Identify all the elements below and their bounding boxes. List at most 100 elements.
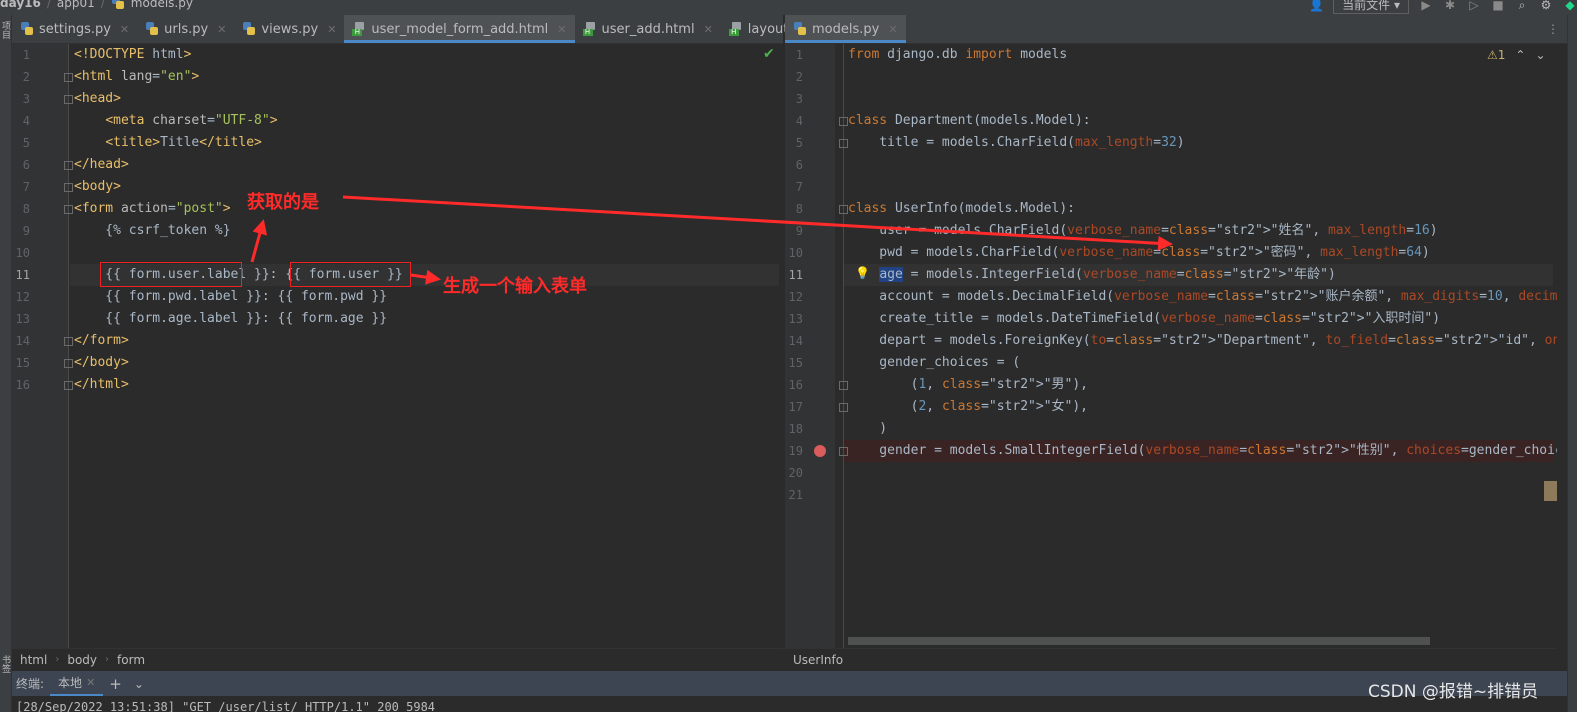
new-terminal-button[interactable]: + — [103, 675, 128, 693]
close-tab-icon[interactable]: ✕ — [704, 23, 713, 36]
stop-icon[interactable]: ■ — [1491, 0, 1505, 12]
close-tab-icon[interactable]: ✕ — [557, 23, 566, 36]
next-highlight-icon[interactable]: ⌄ — [1535, 48, 1545, 62]
fold-marker-icon[interactable] — [64, 183, 73, 192]
code-line[interactable]: from django.db import models — [848, 44, 1067, 66]
line-number: 11 — [15, 268, 30, 282]
tab-options-icon[interactable]: ⋮ — [1539, 15, 1567, 43]
tab-views-py[interactable]: views.py ✕ — [234, 15, 344, 43]
inspection-widget[interactable]: ⚠1 ⌃ ⌄ — [1487, 48, 1546, 62]
tab-settings-py[interactable]: settings.py ✕ — [12, 15, 137, 43]
code-line[interactable]: create_title = models.DateTimeField(verb… — [848, 308, 1440, 330]
code-line[interactable]: <body> — [74, 176, 121, 198]
fold-marker-icon[interactable] — [64, 205, 73, 214]
fold-marker-icon[interactable] — [64, 95, 73, 104]
project-tool-button[interactable]: 项目 — [0, 21, 12, 39]
code-line[interactable]: (1, class="str2">"男"), — [848, 374, 1088, 396]
line-number: 2 — [22, 70, 30, 84]
code-line[interactable]: (2, class="str2">"女"), — [848, 396, 1088, 418]
code-line[interactable]: gender_choices = ( — [848, 352, 1020, 374]
gear-icon[interactable]: ⚙ — [1539, 0, 1553, 12]
left-code-editor[interactable]: ✔ 1 <!DOCTYPE html> 2 <html lang="en"> 3 <hea… — [12, 44, 783, 648]
fold-marker-icon[interactable] — [839, 117, 848, 126]
line-number: 10 — [15, 246, 30, 260]
close-tab-icon[interactable]: ✕ — [120, 23, 129, 36]
fold-marker-icon[interactable] — [64, 381, 73, 390]
tab-urls-py[interactable]: urls.py ✕ — [137, 15, 234, 43]
line-number: 13 — [15, 312, 30, 326]
code-line[interactable]: class UserInfo(models.Model): — [848, 198, 1075, 220]
code-line[interactable]: <!DOCTYPE html> — [74, 44, 191, 66]
code-line[interactable]: {{ form.age.label }}: {{ form.age }} — [74, 308, 387, 330]
terminal-tab-local[interactable]: 本地 ✕ — [50, 671, 104, 696]
code-line[interactable]: </head> — [74, 154, 129, 176]
code-line[interactable]: </form> — [74, 330, 129, 352]
code-line[interactable]: <html lang="en"> — [74, 66, 199, 88]
terminal-dropdown-icon[interactable]: ⌄ — [128, 677, 150, 691]
line-number: 18 — [788, 422, 803, 436]
search-icon[interactable]: ⌕ — [1515, 0, 1529, 13]
code-line[interactable]: gender = models.SmallIntegerField(verbos… — [848, 440, 1557, 462]
breakpoint-icon[interactable] — [814, 445, 826, 457]
coverage-icon[interactable]: ▷ — [1467, 0, 1481, 12]
code-line[interactable]: <title>Title</title> — [74, 132, 262, 154]
code-line[interactable]: <form action="post"> — [74, 198, 231, 220]
close-tab-icon[interactable]: ✕ — [217, 23, 226, 36]
close-icon[interactable]: ✕ — [86, 676, 95, 689]
fold-marker-icon[interactable] — [839, 403, 848, 412]
code-line[interactable]: user = models.CharField(verbose_name=cla… — [848, 220, 1437, 242]
code-line[interactable]: age = models.IntegerField(verbose_name=c… — [848, 264, 1336, 286]
code-line[interactable]: class Department(models.Model): — [848, 110, 1091, 132]
code-line[interactable]: depart = models.ForeignKey(to=class="str… — [848, 330, 1557, 352]
ide-logo-icon: ◆ — [1565, 0, 1575, 12]
close-tab-icon[interactable]: ✕ — [327, 23, 336, 36]
fold-marker-icon[interactable] — [839, 447, 848, 456]
tab-models-py[interactable]: models.py ✕ — [785, 15, 906, 43]
horizontal-scrollbar[interactable] — [848, 637, 1430, 645]
bookmarks-tool-button[interactable]: 书签 — [0, 655, 12, 673]
right-code-editor[interactable]: ⚠1 ⌃ ⌄ 1 from django.db import models 2 3 4 c… — [785, 44, 1557, 648]
fold-marker-icon[interactable] — [839, 381, 848, 390]
code-line[interactable]: {% csrf_token %} — [74, 220, 230, 242]
breadcrumb-project[interactable]: day16 — [0, 0, 41, 10]
tab-label: user_add.html — [601, 21, 695, 37]
terminal-output[interactable]: [28/Sep/2022 13:51:38] "GET /user/list/ … — [12, 696, 1567, 712]
tab-user-add-html[interactable]: user_add.html ✕ — [575, 15, 721, 43]
code-line[interactable]: <head> — [74, 88, 121, 110]
tab-user-model-form-add-html[interactable]: user_model_form_add.html ✕ — [344, 15, 575, 43]
breadcrumb-folder[interactable]: app01 — [57, 0, 95, 10]
fold-marker-icon[interactable] — [64, 73, 73, 82]
fold-marker-icon[interactable] — [64, 359, 73, 368]
code-line[interactable]: title = models.CharField(max_length=32) — [848, 132, 1184, 154]
fold-marker-icon[interactable] — [839, 139, 848, 148]
code-line[interactable]: pwd = models.CharField(verbose_name=clas… — [848, 242, 1429, 264]
line-number: 7 — [22, 180, 30, 194]
breadcrumb-item[interactable]: form — [117, 653, 145, 667]
code-line[interactable]: <meta charset="UTF-8"> — [74, 110, 277, 132]
fold-marker-icon[interactable] — [64, 337, 73, 346]
vertical-scrollbar-thumb[interactable] — [1544, 481, 1557, 501]
previous-highlight-icon[interactable]: ⌃ — [1515, 48, 1525, 62]
watermark: CSDN @报错~排错员 — [1368, 682, 1539, 702]
lightbulb-icon[interactable]: 💡 — [855, 266, 870, 280]
no-problems-check-icon[interactable]: ✔ — [763, 46, 775, 62]
code-line[interactable]: </html> — [74, 374, 129, 396]
code-line[interactable]: ) — [848, 418, 887, 440]
run-icon[interactable]: ▶ — [1419, 0, 1433, 12]
line-number: 5 — [795, 136, 803, 150]
code-line[interactable]: </body> — [74, 352, 129, 374]
breadcrumb-item[interactable]: body — [67, 653, 97, 667]
breadcrumb-file[interactable]: models.py — [131, 0, 193, 10]
line-number: 1 — [22, 48, 30, 62]
breadcrumb-item[interactable]: UserInfo — [793, 653, 843, 667]
code-line[interactable]: account = models.DecimalField(verbose_na… — [848, 286, 1557, 308]
fold-marker-icon[interactable] — [64, 161, 73, 170]
close-tab-icon[interactable]: ✕ — [888, 23, 897, 36]
user-icon[interactable]: 👤 — [1309, 0, 1324, 12]
line-number: 3 — [795, 92, 803, 106]
debug-icon[interactable]: ✱ — [1443, 0, 1457, 12]
fold-marker-icon[interactable] — [839, 205, 848, 214]
code-line[interactable]: {{ form.pwd.label }}: {{ form.pwd }} — [74, 286, 387, 308]
run-config-dropdown[interactable]: 当前文件 ▾ — [1333, 0, 1409, 14]
breadcrumb-item[interactable]: html — [20, 653, 47, 667]
